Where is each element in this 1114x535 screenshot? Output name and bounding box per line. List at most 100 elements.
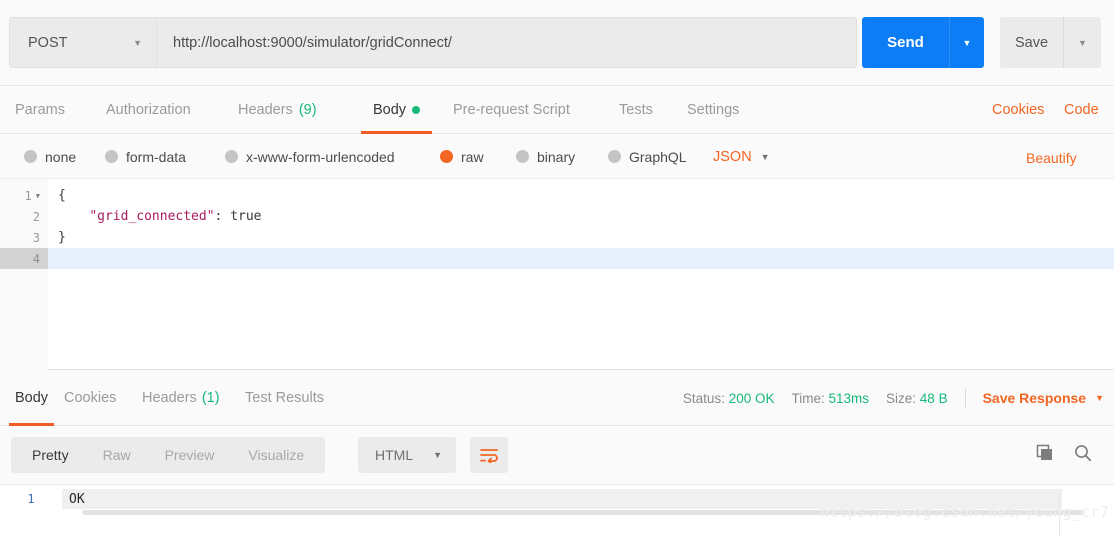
radio-icon [225,150,238,163]
http-method-value: POST [28,34,68,51]
status-label-text: Status: [682,390,725,406]
chevron-down-icon: ▼ [760,151,770,162]
request-body-editor[interactable]: 1 ▼ { 2 "grid_connected": true 3 } 4 [0,179,1114,370]
tab-label: Headers [238,102,293,118]
tab-headers[interactable]: Headers (9) [238,86,317,134]
body-type-none[interactable]: none [24,134,76,179]
line-text: "grid_connected": true [48,209,261,224]
body-type-binary[interactable]: binary [516,134,575,179]
editor-line[interactable]: 3 } [0,227,1114,248]
radio-icon [608,150,621,163]
url-value: http://localhost:9000/simulator/gridConn… [173,34,452,51]
body-type-label: binary [537,148,576,165]
body-type-label: raw [461,148,484,165]
line-number: 4 [0,248,48,269]
response-tab-body[interactable]: Body [9,370,55,426]
view-mode-pretty[interactable]: Pretty [15,437,86,473]
line-number: 1 ▼ [0,185,48,206]
body-type-form-data[interactable]: form-data [105,134,186,179]
status-label: Status: 200 OK [683,391,775,406]
save-response-button[interactable]: Save Response ▼ [983,390,1104,406]
response-meta: Status: 200 OK Time: 513ms Size: 48 B Sa… [683,370,1104,426]
url-input[interactable]: http://localhost:9000/simulator/gridConn… [157,18,856,67]
chevron-down-icon: ▼ [1095,393,1104,403]
view-mode-preview[interactable]: Preview [148,437,232,473]
chevron-down-icon: ▼ [133,37,142,48]
radio-icon [105,150,118,163]
save-response-label: Save Response [982,390,1087,406]
url-input-group: POST ▼ http://localhost:9000/simulator/g… [9,17,857,68]
response-line: 1 OK [0,489,1114,509]
response-tab-headers[interactable]: Headers (1) [142,370,220,426]
response-tab-test-results[interactable]: Test Results [245,370,324,426]
raw-format-value: JSON [713,148,752,165]
raw-format-select[interactable]: JSON ▼ [713,134,770,179]
response-format-value: HTML [375,447,414,463]
response-tab-cookies[interactable]: Cookies [64,370,116,426]
body-type-x-www-form-urlencoded[interactable]: x-www-form-urlencoded [225,134,395,179]
body-type-raw[interactable]: raw [440,134,484,179]
send-button-group: Send ▼ [862,17,984,68]
copy-icon[interactable] [1036,444,1054,467]
line-number: 2 [0,206,48,227]
body-type-label: form-data [126,148,186,165]
send-button[interactable]: Send [862,17,949,68]
tab-label: Authorization [106,102,191,118]
word-wrap-icon [480,449,498,463]
tab-label: Tests [619,102,653,118]
response-tool-icons [1036,437,1092,473]
tab-label: Body [373,102,407,118]
json-key: "grid_connected" [89,209,215,224]
editor-line[interactable]: 2 "grid_connected": true [0,206,1114,227]
body-type-selector-row: none form-data x-www-form-urlencoded raw… [0,134,1114,179]
size-value: 48 B [919,390,948,406]
radio-icon [24,150,37,163]
time-label: Time: 513ms [791,391,869,406]
line-text: } [58,230,66,245]
time-value: 513ms [828,390,870,406]
search-icon[interactable] [1074,444,1092,467]
body-type-label: none [45,148,77,165]
body-type-label: x-www-form-urlencoded [246,148,395,165]
line-text [48,248,1114,269]
fold-toggle-icon[interactable]: ▼ [36,192,40,200]
editor-line[interactable]: 1 ▼ { [0,185,1114,206]
request-tab-bar: Params Authorization Headers (9) Body Pr… [0,86,1114,134]
horizontal-scrollbar[interactable] [82,510,1084,515]
tab-authorization[interactable]: Authorization [106,86,191,134]
cookies-link[interactable]: Cookies [992,86,1044,134]
response-toolbar: Pretty Raw Preview Visualize HTML ▼ [0,426,1114,484]
tab-label: Cookies [64,390,117,406]
tab-label: Headers [142,390,197,406]
code-link[interactable]: Code [1064,86,1099,134]
body-type-label: GraphQL [629,148,687,165]
save-button[interactable]: Save [1000,17,1063,68]
tab-params[interactable]: Params [15,86,65,134]
send-options-chevron-down-icon[interactable]: ▼ [949,17,984,68]
size-label-text: Size: [886,390,917,406]
body-type-graphql[interactable]: GraphQL [608,134,687,179]
save-button-group: Save ▼ [1000,17,1101,68]
word-wrap-button[interactable] [470,437,508,473]
response-body-viewer[interactable]: 1 OK https://blog.csdn.net/young_cr7 [0,484,1114,535]
view-mode-raw[interactable]: Raw [86,437,148,473]
line-number-value: 1 [24,188,32,203]
radio-icon-selected [440,150,453,163]
response-format-select[interactable]: HTML ▼ [358,437,456,473]
view-mode-visualize[interactable]: Visualize [231,437,321,473]
tab-settings[interactable]: Settings [687,86,739,134]
text-cursor [1059,495,1060,535]
beautify-button[interactable]: Beautify [1026,134,1077,182]
editor-line-active[interactable]: 4 [0,248,1114,269]
http-method-select[interactable]: POST ▼ [10,18,157,67]
tab-badge: (9) [298,102,317,118]
line-number-value: 4 [32,251,40,266]
tab-pre-request-script[interactable]: Pre-request Script [453,86,570,134]
save-options-chevron-down-icon[interactable]: ▼ [1063,17,1101,68]
status-value: 200 OK [728,390,775,406]
tab-label: Body [15,390,49,406]
tab-tests[interactable]: Tests [619,86,653,134]
time-label-text: Time: [791,390,825,406]
tab-body[interactable]: Body [361,86,433,134]
line-text: { [58,188,66,203]
